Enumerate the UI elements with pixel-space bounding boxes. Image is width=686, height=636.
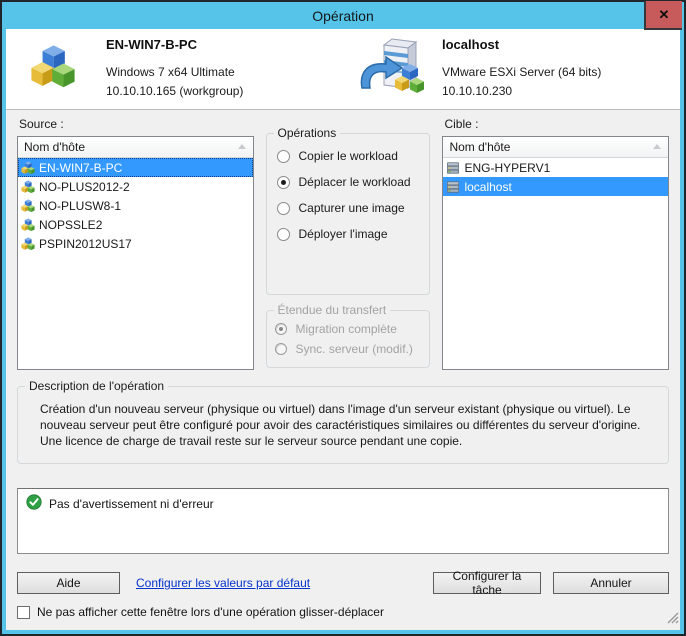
host-name-label: ENG-HYPERV1 [464, 161, 550, 175]
transfer-scope-groupbox: Étendue du transfert Migration complète … [266, 310, 431, 368]
target-list: Nom d'hôte [442, 136, 669, 370]
source-host-summary: EN-WIN7-B-PC Windows 7 x64 Ultimate 10.1… [6, 29, 352, 109]
target-list-item[interactable]: ENG-HYPERV1 [443, 158, 668, 177]
source-list-item[interactable]: NO-PLUS2012-2 [18, 177, 253, 196]
close-icon: ✕ [659, 8, 670, 21]
server-icon [445, 179, 460, 194]
transfer-scope-groupbox-title: Étendue du transfert [274, 303, 391, 317]
operation-radio-label: Déplacer le workload [299, 175, 411, 189]
workload-cubes-icon [20, 179, 35, 194]
host-name-label: localhost [464, 180, 511, 194]
radio-icon [277, 150, 290, 163]
footer-buttons: Aide Configurer les valeurs par défaut C… [17, 572, 669, 594]
operation-radio-option[interactable]: Déplacer le workload [277, 175, 430, 189]
source-host-address: 10.10.10.165 (workgroup) [106, 82, 243, 101]
host-name-label: NO-PLUSW8-1 [39, 199, 121, 213]
configure-defaults-link[interactable]: Configurer les valeurs par défaut [136, 576, 310, 590]
operations-groupbox: Opérations Copier le workload Déplacer l… [266, 133, 431, 295]
target-panel-label: Cible : [444, 117, 669, 131]
source-host-os: Windows 7 x64 Ultimate [106, 63, 243, 82]
source-list-item[interactable]: PSPIN2012US17 [18, 234, 253, 253]
source-list-body: EN-WIN7-B-PC [18, 158, 253, 369]
transfer-scope-radio-option: Migration complète [275, 322, 430, 336]
target-list-body: ENG-HYPERV1 [443, 158, 668, 369]
close-button[interactable]: ✕ [644, 1, 682, 30]
server-icon [445, 160, 460, 175]
operation-dialog: Opération ✕ EN-WIN7-B-PC Windows 7 x64 U… [0, 0, 686, 636]
sort-ascending-icon [238, 144, 246, 149]
target-list-item[interactable]: localhost [443, 177, 668, 196]
radio-icon [275, 323, 287, 335]
target-column-header-label: Nom d'hôte [449, 140, 510, 154]
configure-task-button[interactable]: Configurer la tâche [433, 572, 541, 594]
workload-cubes-icon [20, 217, 35, 232]
transfer-scope-options: Migration complète Sync. serveur (modif.… [267, 311, 430, 356]
target-host-os: VMware ESXi Server (64 bits) [442, 63, 601, 82]
description-groupbox-title: Description de l'opération [25, 379, 168, 393]
resize-grip[interactable] [665, 610, 679, 629]
operation-radio-label: Capturer une image [299, 201, 405, 215]
source-list-item[interactable]: NO-PLUSW8-1 [18, 196, 253, 215]
server-sync-icon [358, 36, 430, 103]
dont-show-label: Ne pas afficher cette fenêtre lors d'une… [37, 605, 384, 619]
target-host-text: localhost VMware ESXi Server (64 bits) 1… [442, 37, 601, 101]
source-panel-label: Source : [19, 117, 254, 131]
cancel-button[interactable]: Annuler [553, 572, 669, 594]
host-name-label: PSPIN2012US17 [39, 237, 132, 251]
source-panel: Source : Nom d'hôte [17, 116, 254, 370]
source-list-item[interactable]: NOPSSLE2 [18, 215, 253, 234]
dont-show-row: Ne pas afficher cette fenêtre lors d'une… [17, 605, 669, 619]
radio-icon [277, 176, 290, 189]
workload-cubes-icon [20, 236, 35, 251]
status-line: Pas d'avertissement ni d'erreur [26, 494, 660, 513]
operations-column: Opérations Copier le workload Déplacer l… [266, 116, 431, 370]
operation-radio-option[interactable]: Capturer une image [277, 201, 430, 215]
host-name-label: NOPSSLE2 [39, 218, 102, 232]
operation-radio-option[interactable]: Copier le workload [277, 149, 430, 163]
source-host-text: EN-WIN7-B-PC Windows 7 x64 Ultimate 10.1… [106, 37, 243, 101]
source-host-name: EN-WIN7-B-PC [106, 37, 243, 52]
workload-cubes-icon [20, 198, 35, 213]
titlebar[interactable]: Opération ✕ [6, 2, 680, 29]
target-host-name: localhost [442, 37, 601, 52]
sort-ascending-icon [653, 144, 661, 149]
dont-show-checkbox[interactable] [17, 606, 30, 619]
radio-icon [277, 228, 290, 241]
radio-icon [275, 343, 287, 355]
operation-radio-option[interactable]: Déployer l'image [277, 227, 430, 241]
source-list-item[interactable]: EN-WIN7-B-PC [18, 158, 253, 177]
target-list-column-header[interactable]: Nom d'hôte [443, 137, 668, 158]
host-name-label: EN-WIN7-B-PC [39, 161, 122, 175]
workload-cubes-icon [30, 44, 76, 95]
target-host-address: 10.10.10.230 [442, 82, 601, 101]
dialog-content: Source : Nom d'hôte [6, 110, 680, 630]
transfer-scope-radio-label: Sync. serveur (modif.) [296, 342, 413, 356]
workload-cubes-icon [20, 160, 35, 175]
radio-icon [277, 202, 290, 215]
operations-groupbox-title: Opérations [274, 126, 341, 140]
hosts-header: EN-WIN7-B-PC Windows 7 x64 Ultimate 10.1… [6, 29, 680, 110]
host-name-label: NO-PLUS2012-2 [39, 180, 130, 194]
status-message: Pas d'avertissement ni d'erreur [49, 497, 214, 511]
window-title: Opération [312, 8, 373, 24]
success-check-icon [26, 494, 42, 513]
operations-options: Copier le workload Déplacer le workload … [267, 134, 430, 241]
transfer-scope-radio-label: Migration complète [296, 322, 397, 336]
operation-radio-label: Déployer l'image [299, 227, 388, 241]
help-button[interactable]: Aide [17, 572, 120, 594]
source-column-header-label: Nom d'hôte [24, 140, 85, 154]
validation-status-box: Pas d'avertissement ni d'erreur [17, 488, 669, 554]
source-list: Nom d'hôte [17, 136, 254, 370]
transfer-scope-radio-option: Sync. serveur (modif.) [275, 342, 430, 356]
target-host-summary: localhost VMware ESXi Server (64 bits) 1… [352, 29, 680, 109]
description-groupbox: Description de l'opération Création d'un… [17, 386, 669, 464]
operation-description-text: Création d'un nouveau serveur (physique … [18, 387, 668, 449]
target-panel: Cible : Nom d'hôte [442, 116, 669, 370]
source-list-column-header[interactable]: Nom d'hôte [18, 137, 253, 158]
operation-radio-label: Copier le workload [299, 149, 398, 163]
